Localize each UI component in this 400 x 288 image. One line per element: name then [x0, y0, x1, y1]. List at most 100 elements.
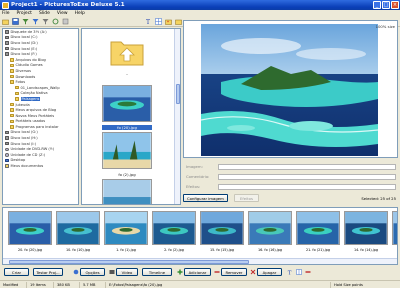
folder-icon[interactable] — [175, 18, 182, 25]
slide-item[interactable]: 10. fo (10).jpg — [56, 211, 100, 252]
drive-icon — [5, 52, 9, 56]
tree-item-label: Diversos — [15, 68, 32, 73]
slide-thumbnail — [344, 211, 388, 245]
window-title: Project1 - PicturesToExe Deluxe 5.1 — [11, 2, 125, 8]
folder-tree[interactable]: Disquete de 3½ (A:) Disco local (C:) Disco… — [2, 28, 79, 205]
slide-item[interactable]: 18. fo (18).jpg — [392, 211, 397, 252]
tree-item-label: Novos Meus Portáteis — [15, 113, 55, 118]
tree-item-label: Programas para instalar — [15, 124, 59, 129]
filter-icon[interactable] — [22, 18, 29, 25]
comment-field[interactable] — [218, 173, 396, 180]
minimize-button[interactable]: _ — [373, 1, 381, 9]
menu-view[interactable]: View — [57, 11, 68, 16]
drive-icon — [5, 41, 9, 45]
cd-icon — [5, 147, 9, 152]
slide-thumbnail — [392, 211, 397, 245]
image-field-row: Imagem: — [183, 163, 398, 170]
status-file-path: E:\Fotos\Paisagens\fo (20).jpg — [106, 281, 331, 288]
menu-slide[interactable]: Slide — [39, 11, 50, 16]
tree-item-label: Disco local (E:) — [10, 46, 38, 51]
filter-third-icon[interactable] — [42, 18, 49, 25]
remove-tool-icon[interactable] — [305, 269, 311, 275]
slide-strip[interactable]: 20. fo (20).jpg 10. fo (10).jpg 1. fo (1).… — [2, 207, 398, 265]
video-button[interactable]: Vídeo — [116, 268, 138, 276]
maximize-button[interactable]: □ — [382, 1, 390, 9]
image-field[interactable] — [218, 163, 396, 170]
delete-icon — [250, 269, 256, 275]
new-folder-icon[interactable]: * — [165, 18, 172, 25]
slide-item[interactable]: 20. fo (20).jpg — [8, 211, 52, 252]
create-button[interactable]: Criar — [4, 268, 29, 276]
slide-item[interactable]: 21. fo (21).jpg — [296, 211, 340, 252]
folder-icon — [10, 119, 14, 124]
filter-alt-icon[interactable] — [32, 18, 39, 25]
menu-project[interactable]: Project — [17, 11, 32, 16]
slide-label: 2. fo (2).jpg — [164, 248, 184, 252]
open-icon[interactable] — [2, 18, 9, 25]
status-item-count: 19 Items — [27, 281, 54, 288]
slide-label: 20. fo (20).jpg — [17, 248, 43, 252]
thumb-item[interactable]: fo (20).jpg — [102, 85, 152, 130]
drive-icon — [5, 35, 9, 40]
settings-icon[interactable] — [62, 18, 69, 25]
slide-item[interactable]: 1. fo (1).jpg — [104, 211, 148, 252]
grid-icon[interactable] — [155, 18, 162, 25]
tree-item-label: Disco local (H:) — [10, 136, 38, 141]
menu-file[interactable]: File — [2, 11, 10, 16]
grid-tool-icon[interactable] — [296, 269, 302, 275]
tree-item[interactable]: Meus documentos — [3, 163, 78, 169]
folder-icon — [10, 58, 14, 62]
tree-item-label: 01_Landscapes_Wallp — [20, 85, 60, 90]
delete-button[interactable]: Apagar — [257, 268, 282, 276]
refresh-icon[interactable] — [52, 18, 59, 25]
menu-bar: File Project Slide View Help — [0, 10, 400, 17]
strip-scrollbar[interactable] — [3, 258, 397, 264]
slide-item[interactable]: 16. fo (16).jpg — [248, 211, 292, 252]
slide-item[interactable]: 15. fo (15).jpg — [200, 211, 244, 252]
test-project-button[interactable]: Testar Proj... — [33, 268, 63, 276]
slide-item[interactable]: 2. fo (2).jpg — [152, 211, 196, 252]
folder-icon — [10, 74, 14, 79]
menu-help[interactable]: Help — [75, 11, 85, 16]
thumb-item[interactable]: fo (2).jpg — [102, 132, 152, 177]
slide-thumbnail — [200, 211, 244, 245]
zoom-level: 100% size — [375, 24, 395, 29]
options-button[interactable]: Opções — [80, 268, 105, 276]
folder-icon — [10, 102, 14, 107]
parent-folder-label: .. — [125, 71, 129, 76]
thumb-label: fo (20).jpg — [102, 125, 152, 130]
svg-text:T: T — [288, 270, 292, 275]
tree-item-label: Disco local (G:) — [10, 130, 38, 135]
remove-button[interactable]: Remover — [221, 268, 247, 276]
thumb-label: fo (2).jpg — [118, 172, 136, 177]
floppy-icon — [5, 30, 9, 34]
effects-field-label: Efeitos: — [186, 184, 201, 189]
timeline-button[interactable]: Timeline — [142, 268, 172, 276]
tree-item-label: Unidade de DVD-RW (Y:) — [10, 147, 55, 152]
thumb-item[interactable] — [102, 179, 152, 204]
image-field-label: Imagem: — [186, 164, 203, 169]
tree-item-label: Jukeuda — [15, 102, 30, 107]
up-folder-icon — [110, 41, 144, 66]
text-tool-icon[interactable]: T — [287, 269, 293, 275]
image-preview: 100% size — [183, 20, 398, 158]
tree-item-label: Meus documentos — [10, 164, 44, 169]
tree-item-label: Paisagens — [20, 96, 41, 101]
slide-thumbnail — [104, 211, 148, 245]
parent-folder-item[interactable]: .. — [102, 34, 152, 76]
save-icon[interactable] — [12, 18, 19, 25]
effects-button[interactable]: Efeitos — [234, 194, 259, 202]
thumb-scrollbar[interactable] — [174, 29, 180, 204]
folder-icon — [15, 97, 19, 101]
tree-item-label: Disquete de 3½ (A:) — [10, 29, 47, 34]
thumb-image — [102, 179, 152, 204]
close-button[interactable]: × — [391, 1, 399, 9]
text-icon[interactable]: T — [145, 18, 152, 25]
effects-field[interactable] — [218, 183, 396, 190]
configure-image-button[interactable]: Configurar imagem — [183, 194, 228, 202]
comment-field-row: Comentário: — [183, 173, 398, 180]
slide-item[interactable]: 14. fo (14).jpg — [344, 211, 388, 252]
slide-thumbnail — [8, 211, 52, 245]
add-button[interactable]: Adicionar — [184, 268, 211, 276]
thumbnail-panel[interactable]: .. fo (20).jpg fo (2).jpg — [81, 28, 181, 205]
